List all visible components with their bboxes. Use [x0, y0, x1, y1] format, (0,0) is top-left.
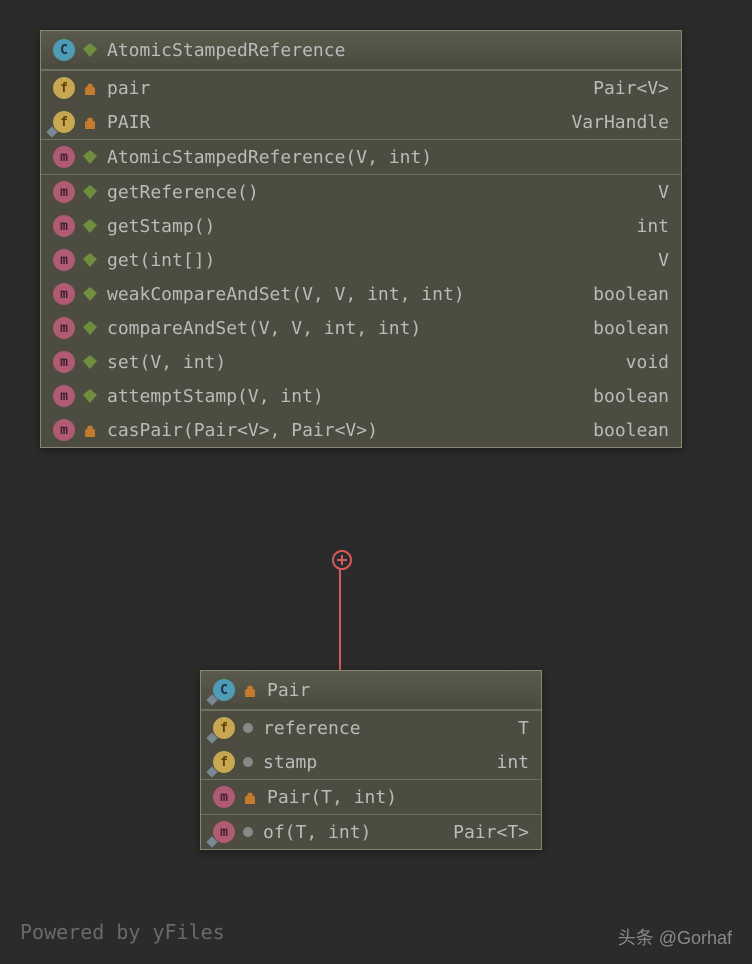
visibility-public-icon — [83, 219, 97, 233]
method-row: m getStamp() int — [41, 209, 681, 243]
field-name: stamp — [263, 752, 317, 773]
field-name: pair — [107, 78, 150, 99]
class-header: C Pair — [201, 671, 541, 710]
return-type: Pair<T> — [453, 822, 529, 843]
constructor-name: Pair(T, int) — [267, 787, 397, 808]
class-name: AtomicStampedReference — [107, 40, 345, 61]
methods-section: m of(T, int) Pair<T> — [201, 814, 541, 849]
field-icon: f — [213, 717, 235, 739]
method-name: get(int[]) — [107, 250, 215, 271]
field-icon: f — [53, 77, 75, 99]
method-name: getReference() — [107, 182, 259, 203]
field-name: PAIR — [107, 112, 150, 133]
return-type: boolean — [593, 284, 669, 305]
method-row: m set(V, int) void — [41, 345, 681, 379]
visibility-private-icon — [243, 790, 257, 804]
return-type: boolean — [593, 420, 669, 441]
method-name: set(V, int) — [107, 352, 226, 373]
fields-section: f pair Pair<V> f PAIR VarHandle — [41, 70, 681, 139]
visibility-public-icon — [83, 389, 97, 403]
method-icon: m — [53, 215, 75, 237]
uml-connector-line — [339, 557, 341, 670]
visibility-public-icon — [83, 355, 97, 369]
constructors-section: m AtomicStampedReference(V, int) — [41, 139, 681, 174]
method-row: m casPair(Pair<V>, Pair<V>) boolean — [41, 413, 681, 447]
field-row: f stamp int — [201, 745, 541, 779]
visibility-public-icon — [83, 150, 97, 164]
methods-section: m getReference() V m getStamp() int m get(i… — [41, 174, 681, 447]
return-type: V — [658, 182, 669, 203]
constructor-row: m Pair(T, int) — [201, 780, 541, 814]
method-row: m attemptStamp(V, int) boolean — [41, 379, 681, 413]
visibility-package-icon — [243, 827, 253, 837]
uml-connector-node-icon — [332, 550, 352, 570]
field-row: f pair Pair<V> — [41, 71, 681, 105]
method-icon: m — [213, 786, 235, 808]
method-icon: m — [53, 283, 75, 305]
field-type: T — [518, 718, 529, 739]
static-marker-icon — [206, 732, 217, 743]
visibility-public-icon — [83, 287, 97, 301]
method-row: m compareAndSet(V, V, int, int) boolean — [41, 311, 681, 345]
method-row: m of(T, int) Pair<T> — [201, 815, 541, 849]
return-type: boolean — [593, 386, 669, 407]
method-icon: m — [53, 146, 75, 168]
class-header: C AtomicStampedReference — [41, 31, 681, 70]
method-icon: m — [53, 317, 75, 339]
visibility-package-icon — [243, 757, 253, 767]
class-diagram-box: C AtomicStampedReference f pair Pair<V> … — [40, 30, 682, 448]
class-diagram-box: C Pair f reference T f stamp int m Pair(T, … — [200, 670, 542, 850]
return-type: void — [626, 352, 669, 373]
fields-section: f reference T f stamp int — [201, 710, 541, 779]
method-icon: m — [53, 385, 75, 407]
method-name: attemptStamp(V, int) — [107, 386, 324, 407]
method-name: weakCompareAndSet(V, V, int, int) — [107, 284, 465, 305]
constructor-row: m AtomicStampedReference(V, int) — [41, 140, 681, 174]
static-marker-icon — [206, 766, 217, 777]
method-icon: m — [53, 419, 75, 441]
static-marker-icon — [46, 126, 57, 137]
method-row: m weakCompareAndSet(V, V, int, int) boole… — [41, 277, 681, 311]
field-name: reference — [263, 718, 361, 739]
method-name: compareAndSet(V, V, int, int) — [107, 318, 421, 339]
method-icon: m — [213, 821, 235, 843]
field-row: f PAIR VarHandle — [41, 105, 681, 139]
return-type: int — [636, 216, 669, 237]
static-marker-icon — [206, 836, 217, 847]
visibility-public-icon — [83, 321, 97, 335]
visibility-public-icon — [83, 253, 97, 267]
field-type: int — [496, 752, 529, 773]
method-name: casPair(Pair<V>, Pair<V>) — [107, 420, 378, 441]
method-name: of(T, int) — [263, 822, 371, 843]
visibility-private-icon — [83, 423, 97, 437]
static-marker-icon — [206, 694, 217, 705]
constructors-section: m Pair(T, int) — [201, 779, 541, 814]
method-row: m get(int[]) V — [41, 243, 681, 277]
method-icon: m — [53, 249, 75, 271]
visibility-private-icon — [83, 81, 97, 95]
field-icon: f — [53, 111, 75, 133]
return-type: V — [658, 250, 669, 271]
return-type: boolean — [593, 318, 669, 339]
method-name: getStamp() — [107, 216, 215, 237]
method-icon: m — [53, 351, 75, 373]
visibility-public-icon — [83, 43, 97, 57]
visibility-package-icon — [243, 723, 253, 733]
constructor-name: AtomicStampedReference(V, int) — [107, 147, 432, 168]
field-icon: f — [213, 751, 235, 773]
footer-powered-by: Powered by yFiles — [20, 920, 225, 944]
class-icon: C — [213, 679, 235, 701]
class-icon: C — [53, 39, 75, 61]
field-type: Pair<V> — [593, 78, 669, 99]
field-row: f reference T — [201, 711, 541, 745]
footer-watermark: 头条 @Gorhaf — [618, 924, 732, 950]
visibility-private-icon — [243, 683, 257, 697]
method-row: m getReference() V — [41, 175, 681, 209]
class-name: Pair — [267, 680, 310, 701]
field-type: VarHandle — [571, 112, 669, 133]
method-icon: m — [53, 181, 75, 203]
visibility-private-icon — [83, 115, 97, 129]
visibility-public-icon — [83, 185, 97, 199]
